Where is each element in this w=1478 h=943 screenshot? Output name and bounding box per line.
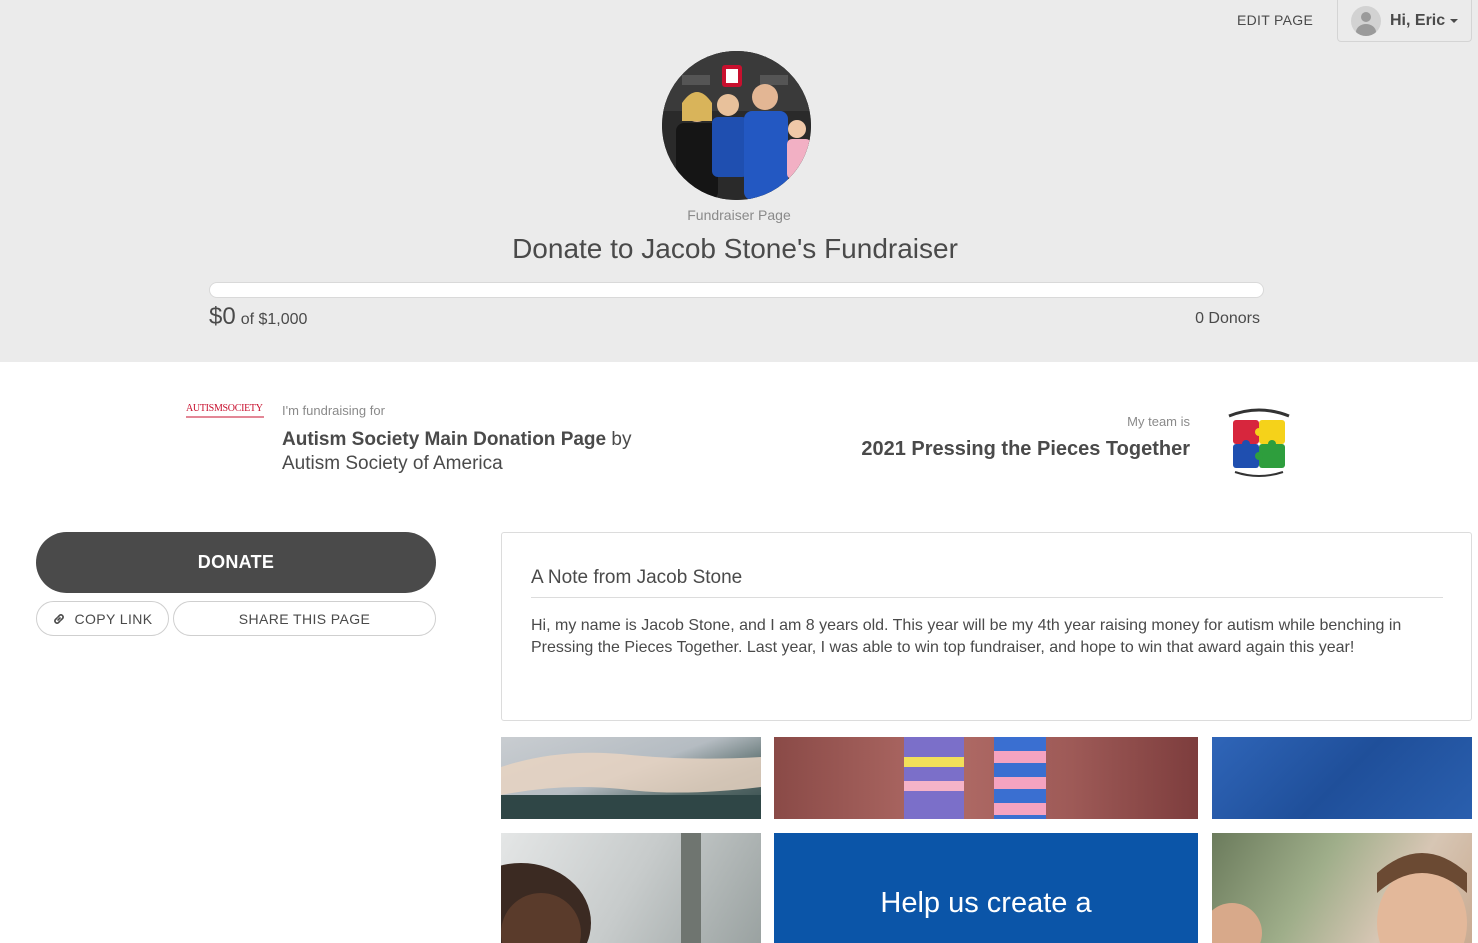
user-greeting: Hi, Eric — [1390, 11, 1446, 29]
gallery-photo-hands[interactable] — [501, 737, 761, 819]
donate-button[interactable]: DONATE — [36, 532, 436, 593]
charity-logo[interactable]: AUTISMSOCIETY — [186, 403, 268, 425]
donor-count: 0 Donors — [1195, 310, 1260, 327]
organization-name: Autism Society of America — [282, 453, 503, 474]
note-divider — [531, 597, 1443, 598]
fundraising-progress-bar — [209, 282, 1264, 298]
copy-link-label: COPY LINK — [74, 610, 153, 627]
note-card: A Note from Jacob Stone Hi, my name is J… — [501, 532, 1472, 721]
note-title: A Note from Jacob Stone — [531, 567, 743, 588]
team-label: My team is — [1127, 414, 1190, 429]
hero-banner: EDIT PAGE Hi, Eric Fundraiser Page Donat… — [0, 0, 1478, 362]
gallery-photo-blue-shirt[interactable] — [1212, 737, 1472, 819]
share-page-button[interactable]: SHARE THIS PAGE — [173, 601, 436, 636]
goal-amount: of $1,000 — [240, 311, 308, 328]
team-name-link[interactable]: 2021 Pressing the Pieces Together — [780, 438, 1190, 461]
gallery-banner-text: Help us create a — [880, 887, 1092, 919]
user-avatar-icon — [1351, 5, 1381, 36]
chevron-down-icon — [1450, 18, 1459, 23]
campaign-link[interactable]: Autism Society Main Donation Page — [282, 429, 606, 450]
copy-link-button[interactable]: COPY LINK — [36, 601, 169, 636]
fundraiser-profile-photo — [662, 51, 811, 200]
user-menu[interactable]: Hi, Eric — [1337, 0, 1472, 42]
team-logo[interactable] — [1217, 400, 1301, 484]
link-icon — [54, 613, 65, 624]
campaign-info: Autism Society Main Donation Page by Aut… — [282, 428, 702, 476]
charity-logo-text: AUTISMSOCIETY — [186, 403, 263, 414]
page-title: Donate to Jacob Stone's Fundraiser — [512, 233, 958, 264]
gallery-photo-socks[interactable] — [774, 737, 1198, 819]
raised-amount: $0 — [209, 303, 236, 330]
gallery-banner-help[interactable]: Help us create a — [774, 833, 1198, 943]
edit-page-link[interactable]: EDIT PAGE — [1237, 12, 1313, 28]
note-body: Hi, my name is Jacob Stone, and I am 8 y… — [531, 617, 1402, 656]
gallery-photo-group[interactable] — [1212, 833, 1472, 943]
raised-summary: $0 of $1,000 — [209, 303, 307, 331]
page-type-label: Fundraiser Page — [687, 207, 791, 223]
gallery-photo-person[interactable] — [501, 833, 761, 943]
fundraising-for-label: I'm fundraising for — [282, 403, 385, 418]
by-word: by — [611, 429, 632, 450]
